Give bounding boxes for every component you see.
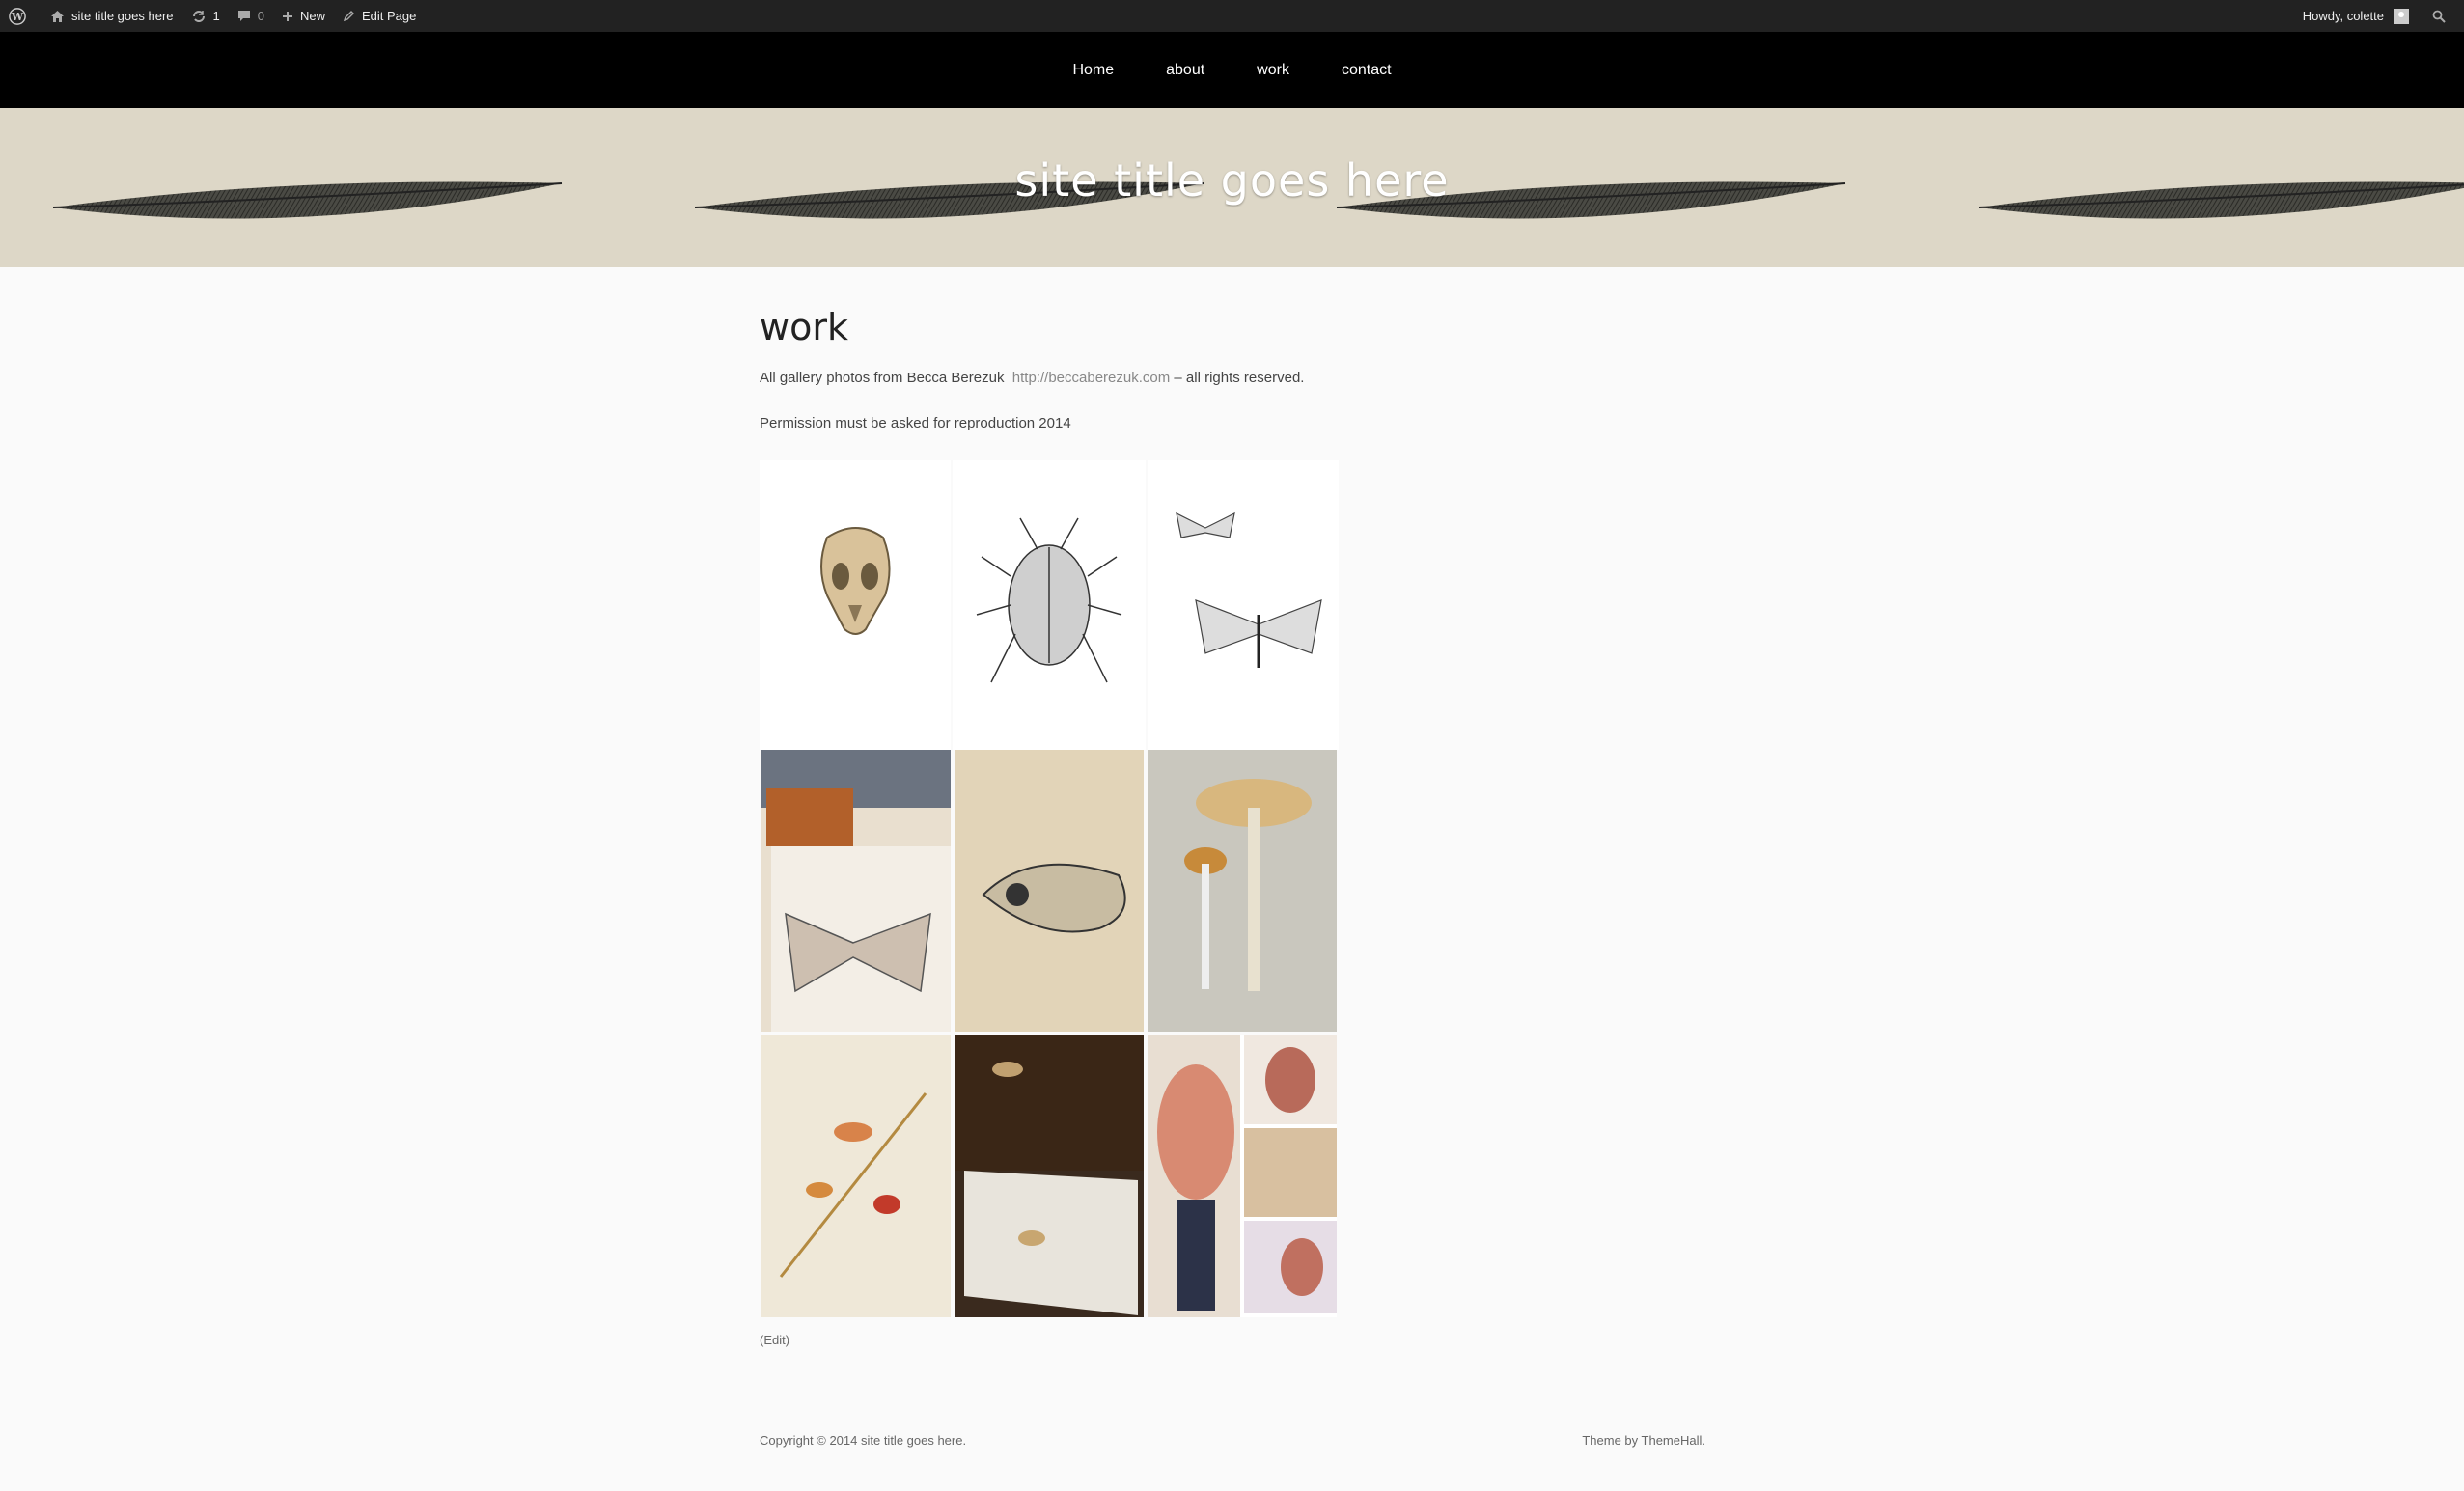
admin-updates[interactable]: 1 [182, 0, 229, 32]
gallery-item-anatomy-collage[interactable] [1148, 1035, 1337, 1317]
greeting: Howdy, colette [2302, 9, 2384, 23]
pencil-icon [343, 11, 354, 22]
footer-credit[interactable]: Theme by ThemeHall. [1582, 1433, 1705, 1448]
wordpress-logo-icon[interactable]: W [0, 0, 42, 32]
admin-search[interactable] [2421, 0, 2464, 32]
svg-text:W: W [11, 11, 24, 23]
moths-drawing [1176, 511, 1322, 668]
gallery-item-mushroom-desk[interactable] [955, 1035, 1144, 1317]
header-banner: site title goes here [0, 108, 2464, 267]
admin-new[interactable]: New [273, 0, 334, 32]
admin-edit-page[interactable]: Edit Page [334, 0, 425, 32]
bug-drawing [976, 517, 1122, 683]
intro-link[interactable]: http://beccaberezuk.com [1012, 370, 1170, 386]
image-gallery [760, 460, 1339, 1319]
updates-count: 1 [212, 9, 220, 23]
gallery-item-bug[interactable] [953, 460, 1146, 750]
gallery-item-skull[interactable] [760, 460, 951, 750]
main-content: work All gallery photos from Becca Berez… [760, 267, 1725, 1347]
nav-item-about[interactable]: about [1140, 62, 1231, 79]
search-icon [2432, 10, 2446, 23]
comments-count: 0 [257, 9, 264, 23]
main-nav: Home about work contact [0, 32, 2464, 108]
gallery-item-moth-sketch[interactable] [761, 750, 951, 1032]
avatar [2394, 8, 2409, 24]
admin-account[interactable]: Howdy, colette [2291, 0, 2421, 32]
admin-comments[interactable]: 0 [229, 0, 273, 32]
gallery-item-mushroom-studies[interactable] [761, 1035, 951, 1317]
nav-item-home[interactable]: Home [1046, 62, 1140, 79]
refresh-icon [192, 10, 205, 22]
admin-site-link[interactable]: site title goes here [42, 0, 182, 32]
intro-suffix: – all rights reserved. [1174, 370, 1305, 386]
edit-link[interactable]: (Edit) [760, 1333, 789, 1347]
gallery-item-skull-sketch[interactable] [955, 750, 1144, 1032]
intro-text: All gallery photos from Becca Berezuk [760, 370, 1005, 386]
new-label: New [299, 9, 325, 23]
comment-icon [237, 10, 250, 21]
nav-item-work[interactable]: work [1231, 62, 1315, 79]
gallery-item-moths[interactable] [1148, 460, 1339, 750]
intro-paragraph: All gallery photos from Becca Berezuk ht… [760, 370, 1725, 386]
plus-icon [282, 11, 292, 21]
home-icon [51, 10, 64, 22]
page-title: work [760, 306, 848, 348]
permission-paragraph: Permission must be asked for reproductio… [760, 415, 1071, 431]
admin-bar: W site title goes here 1 0 New Edit Page… [0, 0, 2464, 32]
skull-drawing [820, 527, 891, 635]
nav-item-contact[interactable]: contact [1315, 62, 1418, 79]
edit-page-label: Edit Page [362, 9, 417, 23]
gallery-item-mushroom-painting[interactable] [1148, 750, 1337, 1032]
site-title[interactable]: site title goes here [0, 154, 2464, 207]
footer: Copyright © 2014 site title goes here. T… [760, 1433, 1705, 1448]
admin-site-title: site title goes here [71, 9, 174, 23]
footer-copyright: Copyright © 2014 site title goes here. [760, 1433, 967, 1448]
